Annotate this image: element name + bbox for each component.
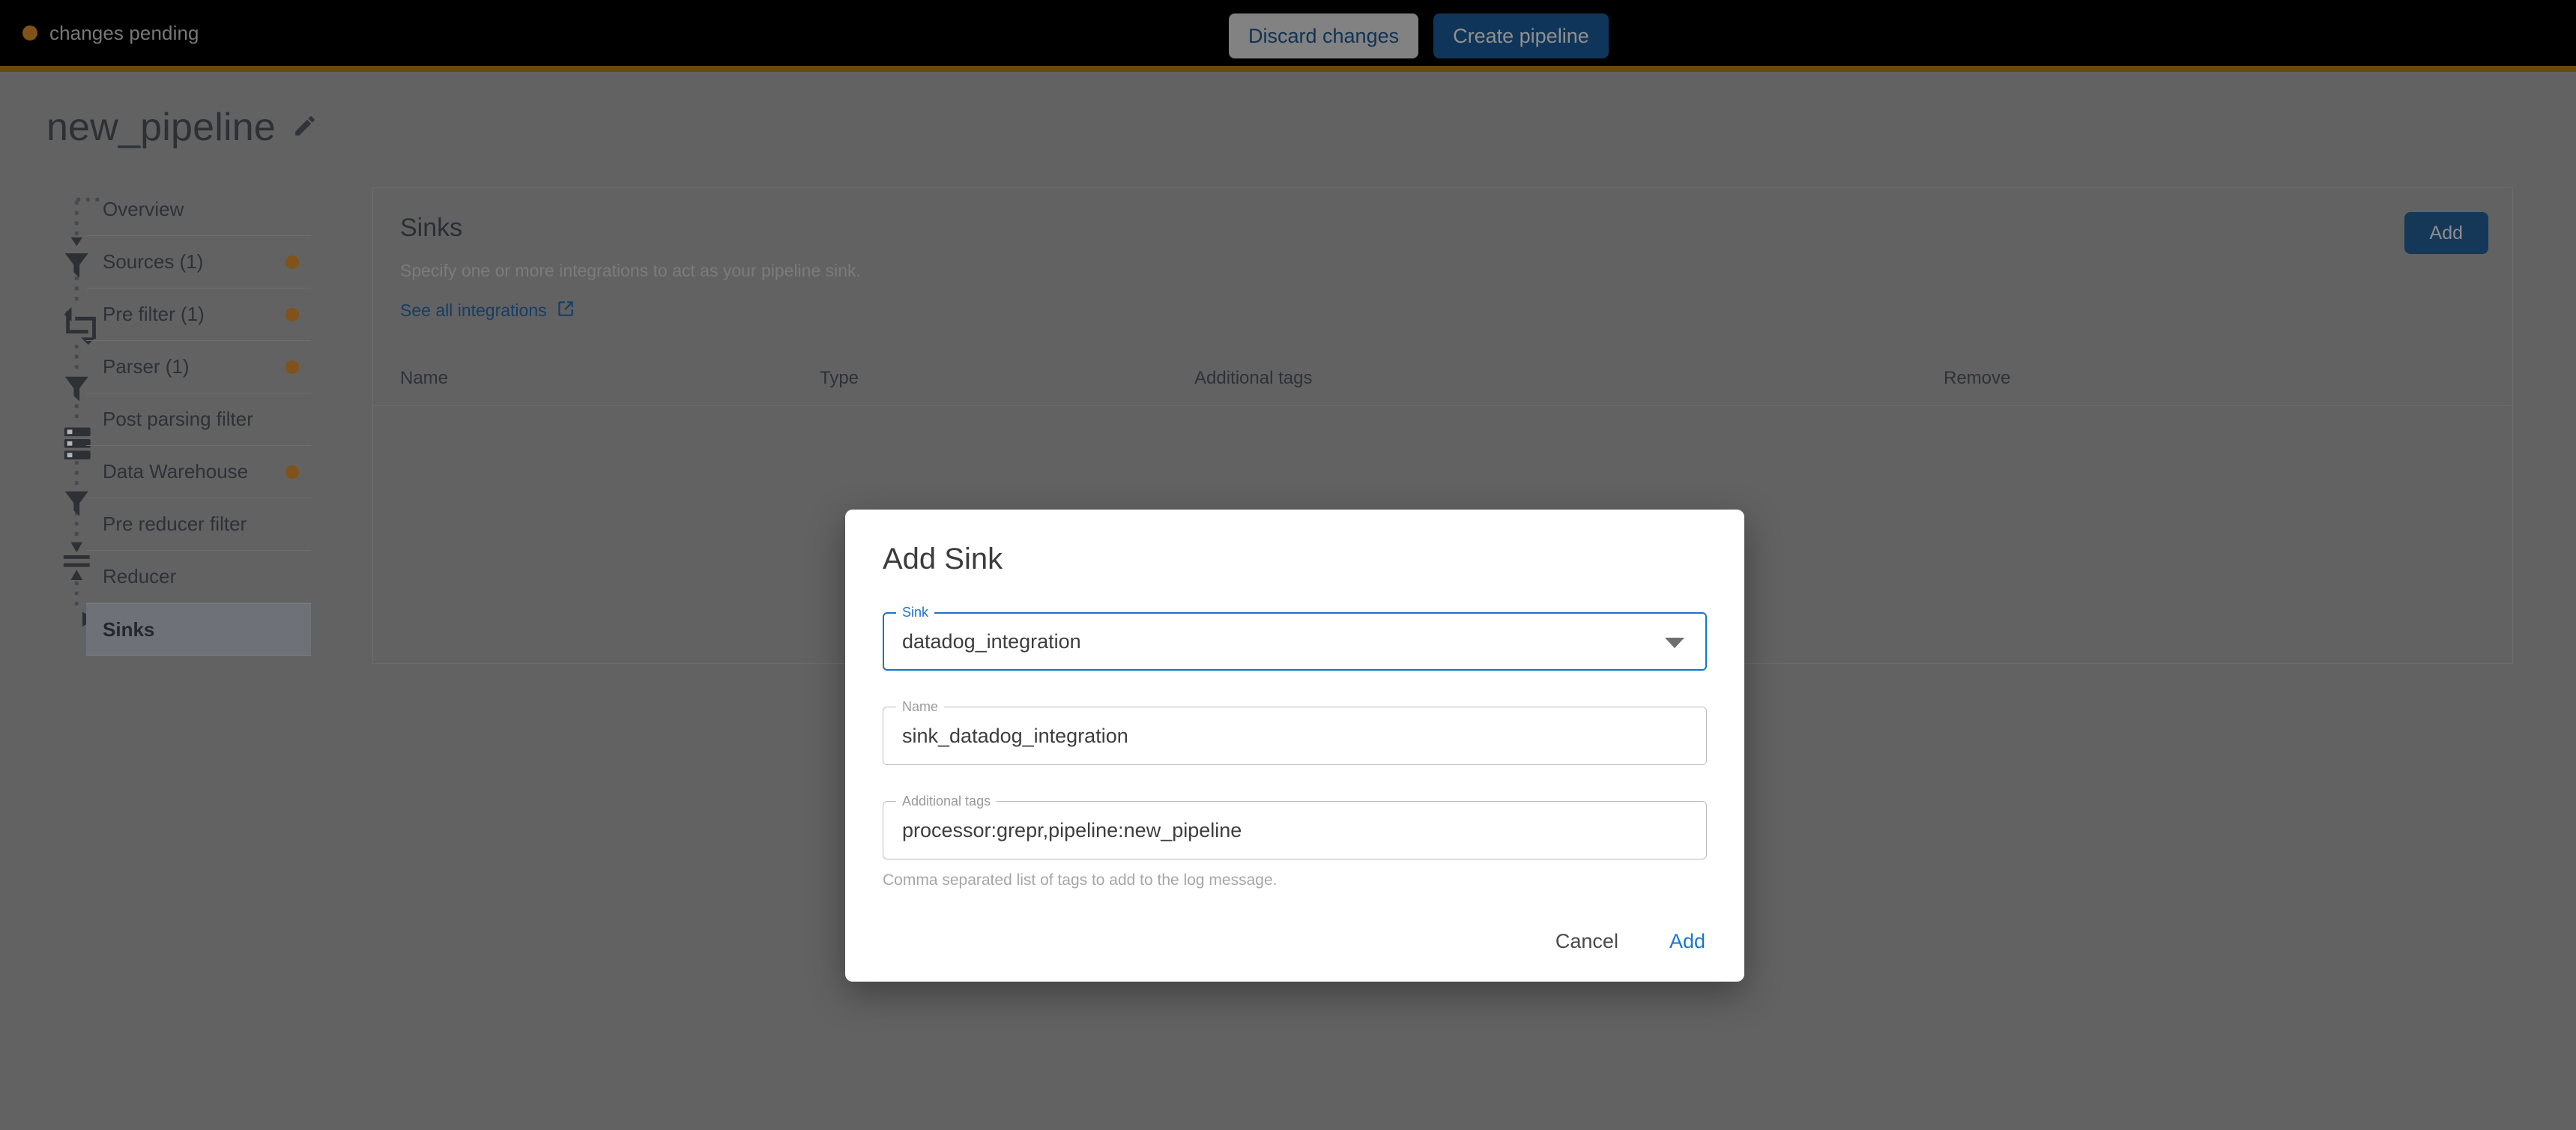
app-root: changes pending Discard changes Create p… (0, 0, 2576, 1130)
additional-tags-input-field[interactable]: Additional tags processor:grepr,pipeline… (883, 793, 1707, 859)
additional-tags-hint: Comma separated list of tags to add to t… (883, 871, 1278, 889)
dialog-actions: Cancel Add (1551, 924, 1710, 959)
confirm-add-button[interactable]: Add (1665, 924, 1710, 959)
chevron-down-icon[interactable] (1665, 638, 1684, 648)
sink-select-field[interactable]: Sink datadog_integration (883, 604, 1707, 671)
cancel-button[interactable]: Cancel (1551, 924, 1623, 959)
additional-tags-input-value: processor:grepr,pipeline:new_pipeline (902, 819, 1242, 842)
name-input-value: sink_datadog_integration (902, 725, 1128, 747)
sink-select-value: datadog_integration (902, 630, 1081, 653)
add-sink-dialog: Add Sink Sink datadog_integration Name s… (845, 510, 1744, 982)
name-input-field[interactable]: Name sink_datadog_integration (883, 698, 1707, 765)
dialog-title: Add Sink (883, 543, 1003, 575)
